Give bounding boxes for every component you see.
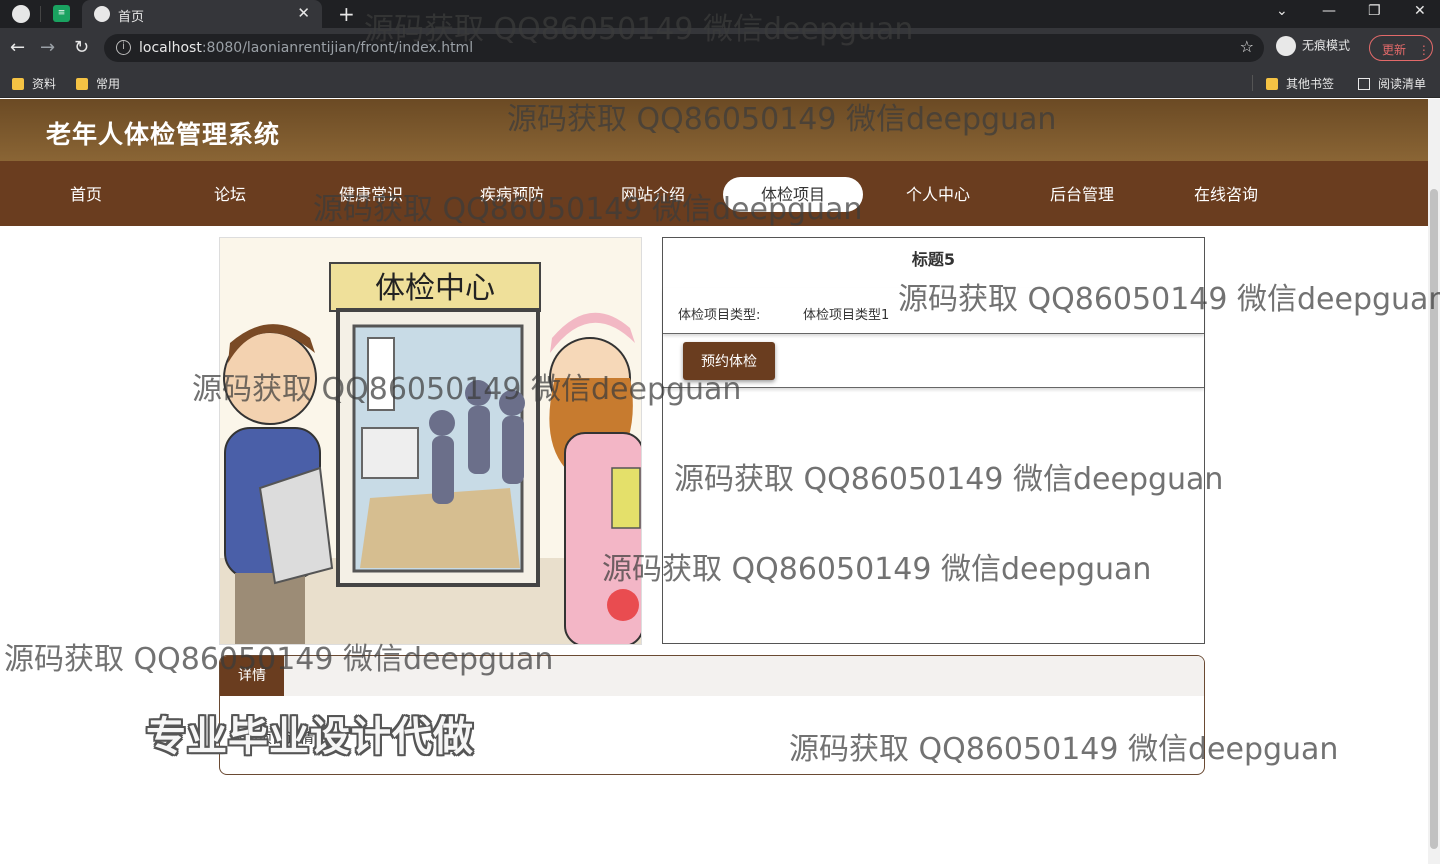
reading-list[interactable]: 阅读清单 bbox=[1358, 75, 1426, 92]
main-nav: 首页 论坛 健康常识 疾病预防 网站介绍 体检项目 个人中心 后台管理 在线咨询 bbox=[0, 161, 1428, 226]
bookmarks-bar: 资料 常用 其他书签 阅读清单 bbox=[0, 68, 1440, 98]
new-tab-button[interactable]: + bbox=[338, 2, 355, 26]
nav-disease-prevention[interactable]: 疾病预防 bbox=[442, 177, 582, 212]
globe-icon bbox=[94, 6, 110, 22]
close-tab-icon[interactable]: ✕ bbox=[297, 4, 310, 22]
booking-area: 预约体检 bbox=[663, 336, 1204, 388]
info-icon[interactable]: i bbox=[116, 40, 131, 55]
web-page: 老年人体检管理系统 首页 论坛 健康常识 疾病预防 网站介绍 体检项目 个人中心… bbox=[0, 99, 1428, 864]
star-icon[interactable]: ☆ bbox=[1240, 37, 1254, 56]
folder-icon bbox=[1266, 78, 1278, 90]
nav-site-intro[interactable]: 网站介绍 bbox=[583, 177, 723, 212]
browser-tab-bar: ≡ 首页 ✕ + ⌄ — ❐ ✕ bbox=[0, 0, 1440, 28]
exam-item-info: 标题5 体检项目类型: 体检项目类型1 预约体检 bbox=[662, 237, 1205, 644]
forward-icon[interactable]: → bbox=[40, 37, 55, 58]
minimize-icon[interactable]: — bbox=[1322, 3, 1336, 19]
promo-overlay-text: 专业毕业设计代做 bbox=[146, 714, 474, 760]
incognito-label: 无痕模式 bbox=[1302, 38, 1351, 53]
tab-detail[interactable]: 详情 bbox=[220, 656, 284, 696]
other-bookmarks[interactable]: 其他书签 bbox=[1266, 75, 1334, 92]
exam-item-title: 标题5 bbox=[911, 250, 956, 269]
nav-online-consult[interactable]: 在线咨询 bbox=[1156, 177, 1296, 212]
scrollbar-thumb[interactable] bbox=[1430, 189, 1438, 849]
back-icon[interactable]: ← bbox=[10, 37, 25, 58]
mouse-cursor-highlight bbox=[607, 589, 639, 621]
book-exam-button[interactable]: 预约体检 bbox=[683, 342, 775, 380]
url-text[interactable]: localhost:8080/laonianrentijian/front/in… bbox=[139, 40, 473, 56]
nav-forum[interactable]: 论坛 bbox=[160, 177, 300, 212]
sheet-tab-icon[interactable]: ≡ bbox=[53, 5, 70, 22]
nav-admin[interactable]: 后台管理 bbox=[1012, 177, 1152, 212]
exam-type-label: 体检项目类型: bbox=[678, 308, 761, 323]
tab-separator bbox=[40, 6, 41, 22]
incognito-icon bbox=[1276, 36, 1296, 56]
incognito-indicator[interactable]: 无痕模式 bbox=[1276, 36, 1350, 56]
active-tab[interactable]: 首页 ✕ bbox=[82, 0, 322, 28]
address-bar[interactable]: i localhost:8080/laonianrentijian/front/… bbox=[104, 34, 1264, 62]
reading-list-icon bbox=[1358, 78, 1370, 90]
bookmark-folder-ziliao[interactable]: 资料 bbox=[12, 75, 56, 92]
svg-text:体检中心: 体检中心 bbox=[375, 271, 495, 306]
reload-icon[interactable]: ↻ bbox=[74, 37, 89, 58]
close-window-icon[interactable]: ✕ bbox=[1414, 3, 1426, 19]
site-title: 老年人体检管理系统 bbox=[46, 120, 281, 149]
nav-exam-items[interactable]: 体检项目 bbox=[723, 177, 863, 212]
tab-title: 首页 bbox=[118, 10, 145, 25]
page-scrollbar[interactable] bbox=[1428, 99, 1440, 864]
browser-toolbar: ← → ↻ i localhost:8080/laonianrentijian/… bbox=[0, 28, 1440, 68]
bookmark-separator bbox=[1252, 75, 1253, 91]
site-header: 老年人体检管理系统 bbox=[0, 99, 1428, 161]
bookmark-folder-changyong[interactable]: 常用 bbox=[76, 75, 120, 92]
exam-item-image: 体检中心 bbox=[219, 237, 642, 645]
tab-search-icon[interactable]: ⌄ bbox=[1276, 3, 1288, 19]
exam-type-value: 体检项目类型1 bbox=[803, 308, 890, 323]
nav-health-knowledge[interactable]: 健康常识 bbox=[301, 177, 441, 212]
browser-profile-icon[interactable] bbox=[12, 5, 30, 23]
update-button[interactable]: 更新 ⋮ bbox=[1369, 35, 1433, 61]
detail-tab-bar: 详情 bbox=[220, 656, 1204, 696]
menu-icon: ⋮ bbox=[1417, 43, 1430, 57]
exam-type-row: 体检项目类型: 体检项目类型1 bbox=[663, 288, 1204, 334]
nav-personal-center[interactable]: 个人中心 bbox=[868, 177, 1008, 212]
restore-icon[interactable]: ❐ bbox=[1368, 3, 1381, 19]
folder-icon bbox=[76, 78, 88, 90]
checkup-center-illustration: 体检中心 bbox=[220, 238, 641, 644]
nav-home[interactable]: 首页 bbox=[16, 177, 156, 212]
folder-icon bbox=[12, 78, 24, 90]
